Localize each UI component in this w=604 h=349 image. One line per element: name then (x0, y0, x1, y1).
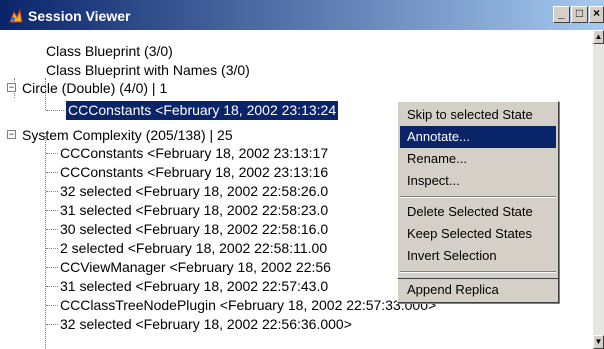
close-icon[interactable]: × (589, 6, 604, 23)
menu-item-skip-to-selected-state[interactable]: Skip to selected State (400, 104, 556, 126)
collapse-icon[interactable]: − (7, 83, 16, 92)
tree-item-label: CCClassTreeNodePlugin <February 18, 2002… (60, 297, 437, 313)
minimize-icon[interactable]: _ (553, 6, 570, 23)
tree-guide-line (46, 110, 64, 111)
tree-guide-line (46, 229, 58, 230)
menu-item-delete-selected-state[interactable]: Delete Selected State (400, 201, 556, 223)
window-title: Session Viewer (28, 8, 131, 24)
menu-separator (400, 196, 556, 198)
tree-item-label: CCConstants <February 18, 2002 23:13:17 (60, 145, 329, 161)
maximize-icon[interactable]: □ (571, 6, 588, 23)
tree-guide-line (46, 267, 58, 268)
tree-item-label: CCConstants <February 18, 2002 23:13:24 (64, 100, 340, 121)
tree-item-label: 30 selected <February 18, 2002 22:58:16.… (60, 221, 329, 237)
tree-guide-line (46, 286, 58, 287)
window-titlebar[interactable]: Session Viewer _ □ × (0, 0, 604, 30)
tree-guide-line (46, 324, 58, 325)
tree-item-label: Circle (Double) (4/0) | 1 (22, 80, 168, 96)
tree-item-label: Class Blueprint with Names (3/0) (46, 62, 250, 78)
menu-item-annotate[interactable]: Annotate... (400, 126, 556, 148)
context-menu: Skip to selected State Annotate... Renam… (397, 101, 559, 279)
tree-item-label: CCViewManager <February 18, 2002 22:56 (60, 259, 331, 275)
tree-item-label: 32 selected <February 18, 2002 22:58:26.… (60, 183, 329, 199)
vertical-scrollbar[interactable]: ▲ ▼ (593, 30, 604, 349)
context-menu-footer: Append Replica (397, 279, 559, 303)
menu-item-rename[interactable]: Rename... (400, 148, 556, 170)
menu-item-keep-selected-states[interactable]: Keep Selected States (400, 223, 556, 245)
tree-guide-line (46, 210, 58, 211)
tree-item-label: 2 selected <February 18, 2002 22:58:11.0… (60, 240, 328, 256)
tree-guide-line (45, 136, 46, 349)
tree-item-label: 32 selected <February 18, 2002 22:56:36.… (60, 316, 352, 332)
tree-guide-line (46, 248, 58, 249)
tree-item-label: CCConstants <February 18, 2002 23:13:16 (60, 164, 329, 180)
menu-item-inspect[interactable]: Inspect... (400, 170, 556, 192)
tree-guide-line (46, 172, 58, 173)
tree-guide-line (46, 305, 58, 306)
app-icon (9, 8, 23, 23)
tree-item-label: System Complexity (205/138) | 25 (22, 127, 233, 143)
menu-separator (400, 271, 556, 273)
tree-guide-line (46, 153, 58, 154)
collapse-icon[interactable]: − (7, 130, 16, 139)
tree-item-label: 31 selected <February 18, 2002 22:58:23.… (60, 202, 329, 218)
menu-item-invert-selection[interactable]: Invert Selection (400, 245, 556, 267)
tree-guide-line (46, 191, 58, 192)
tree-item-label: Class Blueprint (3/0) (46, 43, 173, 59)
scroll-down-icon[interactable]: ▼ (593, 335, 604, 349)
menu-item-append-replica[interactable]: Append Replica (400, 279, 556, 301)
scroll-up-icon[interactable]: ▲ (593, 30, 604, 44)
tree-item-label: 31 selected <February 18, 2002 22:57:43.… (60, 278, 329, 294)
